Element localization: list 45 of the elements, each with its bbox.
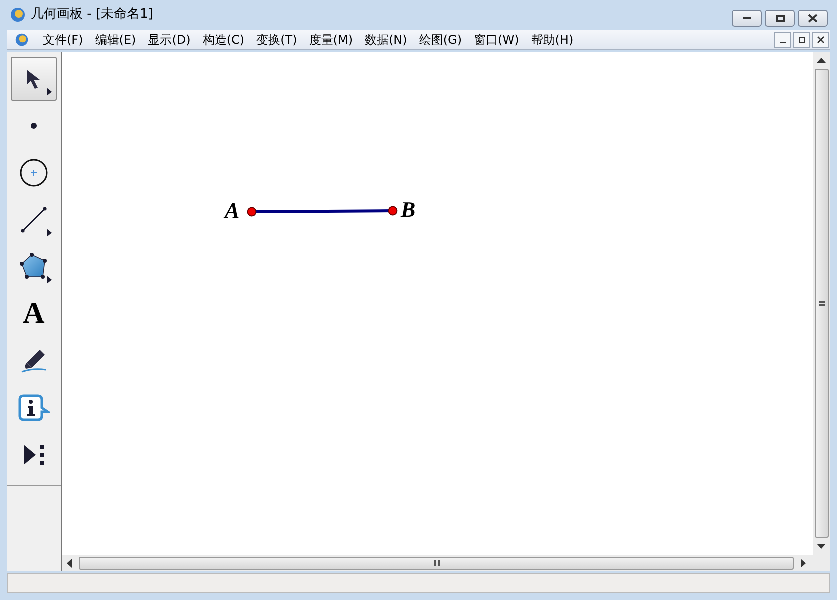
submenu-arrow-icon — [47, 88, 52, 96]
app-logo-icon — [10, 7, 26, 23]
tool-button[interactable]: A — [11, 292, 57, 336]
scroll-down-icon — [817, 544, 826, 549]
horizontal-scrollbar[interactable] — [62, 555, 830, 571]
point-icon — [31, 123, 37, 129]
menu-item[interactable]: 数据(N) — [359, 30, 414, 48]
point[interactable] — [247, 207, 257, 217]
point-label: B — [401, 199, 416, 221]
info-bubble-icon — [18, 394, 50, 422]
menu-item[interactable]: 绘图(G) — [413, 30, 468, 48]
text-tool-glyph: A — [23, 299, 45, 329]
circle-icon — [20, 159, 48, 187]
point[interactable] — [388, 206, 398, 216]
submenu-arrow-icon — [47, 229, 52, 237]
document-logo-icon — [15, 32, 29, 46]
menu-item[interactable]: 文件(F) — [37, 30, 90, 48]
menu-item[interactable]: 度量(M) — [303, 30, 359, 48]
close-icon — [808, 14, 818, 22]
close-button[interactable] — [812, 32, 829, 48]
close-button[interactable] — [798, 10, 828, 26]
tool-button[interactable] — [11, 57, 57, 101]
point-label: A — [225, 200, 240, 222]
close-icon — [816, 36, 824, 44]
menu-item[interactable]: 编辑(E) — [89, 30, 142, 48]
restore-button[interactable] — [793, 32, 810, 48]
menu-item[interactable]: 窗口(W) — [468, 30, 526, 48]
submenu-arrow-icon — [47, 276, 52, 284]
minimize-button[interactable] — [774, 32, 791, 48]
window-title: 几何画板 - [未命名1] — [31, 6, 154, 24]
play-dots-icon — [22, 443, 46, 467]
menu-item[interactable]: 变换(T) — [250, 30, 304, 48]
scroll-up-icon — [817, 58, 826, 63]
vertical-scrollbar[interactable] — [813, 52, 830, 555]
segment-icon — [21, 207, 47, 233]
menu-item[interactable]: 构造(C) — [196, 30, 251, 48]
maximize-button[interactable] — [765, 10, 795, 26]
marker-pen-icon — [20, 348, 48, 374]
scroll-right-icon — [801, 558, 806, 568]
scroll-left-icon — [67, 558, 72, 568]
minimize-button[interactable] — [732, 10, 762, 26]
menu-item[interactable]: 显示(D) — [142, 30, 197, 48]
menu-item[interactable]: 帮助(H) — [525, 30, 580, 48]
drawing-canvas[interactable]: A B — [62, 52, 813, 555]
polygon-icon — [19, 253, 49, 281]
